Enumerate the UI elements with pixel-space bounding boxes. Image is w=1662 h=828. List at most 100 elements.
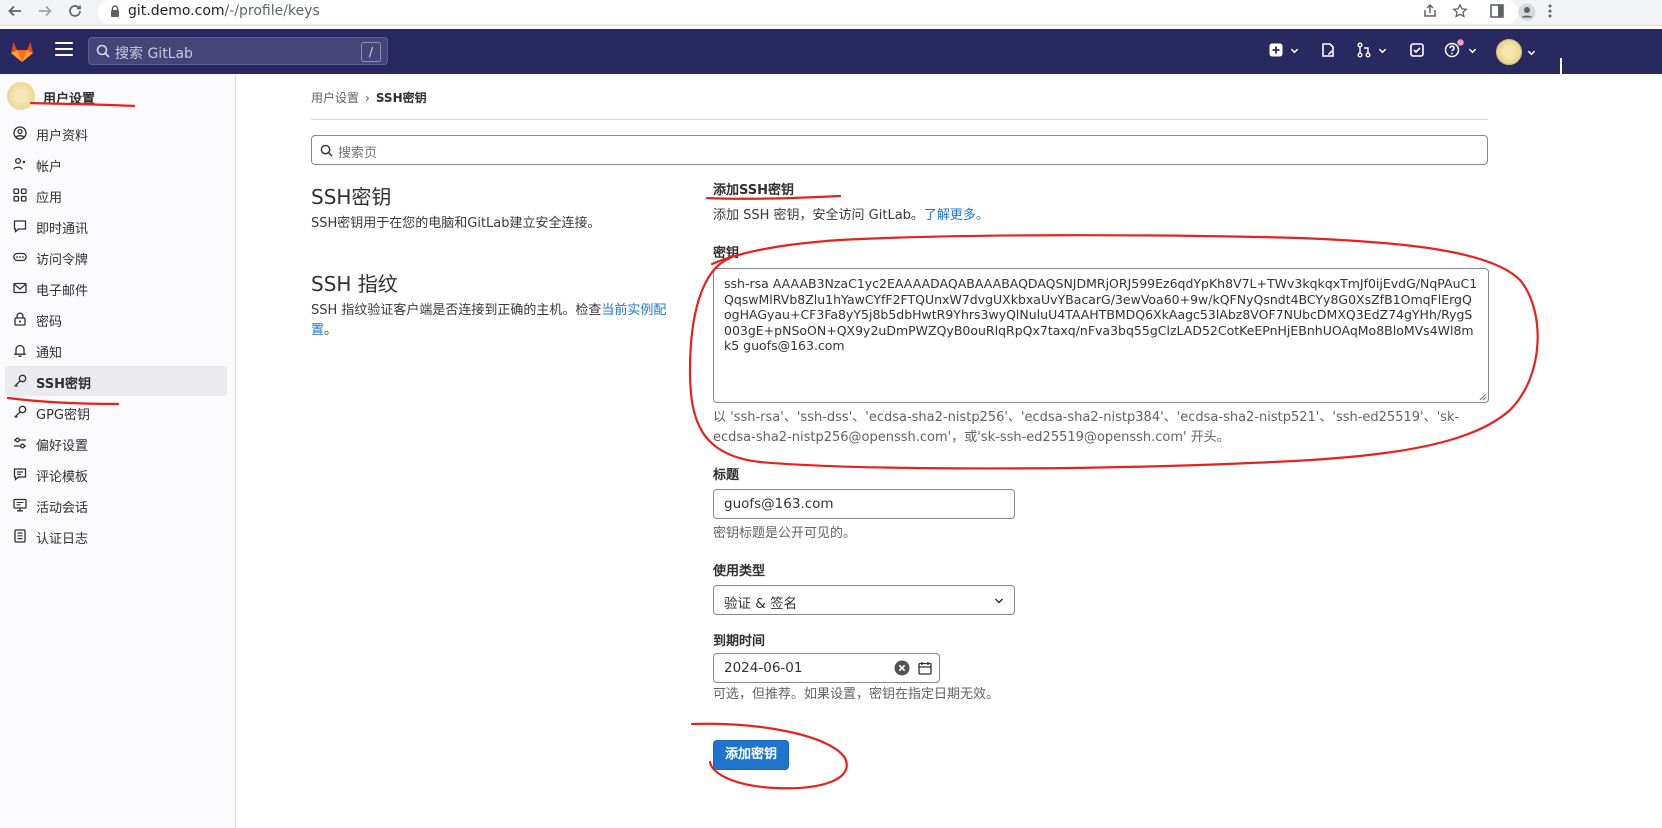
title-help-text: 密钥标题是公开可见的。 — [713, 526, 857, 541]
merge-request-icon — [1357, 42, 1371, 58]
resize-handle-icon[interactable] — [1478, 392, 1487, 401]
profile-icon[interactable] — [1518, 3, 1536, 21]
user-avatar[interactable] — [1496, 39, 1522, 65]
top-search-placeholder: 搜索 GitLab — [115, 46, 193, 62]
sidebar-item-password[interactable]: 密码 — [5, 304, 227, 334]
sidebar-item-label: GPG密钥 — [36, 408, 90, 423]
add-ssh-key-heading: 添加SSH密钥 — [713, 183, 795, 198]
account-icon — [13, 157, 26, 170]
expires-date-input[interactable]: 2024-06-01 — [713, 653, 940, 683]
page-search-input[interactable]: 搜索页 — [311, 135, 1488, 165]
back-arrow-icon[interactable] — [6, 3, 24, 21]
top-search-input[interactable]: 搜索 GitLab / — [88, 37, 388, 65]
clear-icon[interactable] — [894, 660, 910, 676]
sidebar-avatar — [7, 82, 35, 110]
search-shortcut-key: / — [361, 42, 381, 62]
sidebar-item-access-tokens[interactable]: 访问令牌 — [5, 242, 227, 272]
sidebar-item-label: 应用 — [36, 191, 63, 206]
menu-dots-icon[interactable] — [1548, 3, 1554, 21]
comment-icon — [13, 468, 27, 481]
lock-icon — [111, 5, 119, 17]
todos-icon[interactable] — [1409, 42, 1427, 60]
sidebar-item-applications[interactable]: 应用 — [5, 180, 227, 210]
breadcrumb-current[interactable]: SSH密钥 — [376, 91, 427, 105]
sidebar-item-preferences[interactable]: 偏好设置 — [5, 428, 227, 458]
sidebar-item-active-sessions[interactable]: 活动会话 — [5, 490, 227, 520]
monitor-icon — [13, 498, 27, 512]
gitlab-topbar: 搜索 GitLab / — [0, 29, 1662, 103]
issues-icon[interactable] — [1320, 42, 1338, 60]
add-key-button[interactable]: 添加密钥 — [713, 740, 789, 770]
chat-icon — [13, 220, 27, 233]
sidebar-item-label: 电子邮件 — [36, 284, 89, 299]
key-label: 密钥 — [713, 246, 740, 261]
chevron-down-icon — [994, 598, 1004, 604]
gitlab-logo-icon[interactable] — [8, 37, 36, 65]
bookmark-star-icon[interactable] — [1452, 3, 1470, 21]
sidebar-item-label: 通知 — [36, 346, 63, 361]
address-bar[interactable]: git.demo.com/-/profile/keys — [98, 0, 1518, 24]
log-icon — [14, 529, 26, 543]
browser-toolbar: git.demo.com/-/profile/keys — [0, 0, 1662, 26]
title-input-value: guofs@163.com — [724, 496, 834, 512]
applications-icon — [13, 188, 27, 202]
menu-hamburger-icon[interactable] — [55, 42, 73, 58]
chevron-down-icon — [1378, 48, 1387, 54]
key-textarea[interactable]: ssh-rsa AAAAB3NzaC1yc2EAAAADAQABAAABAQDA… — [713, 268, 1489, 403]
sidebar-item-account[interactable]: 帐户 — [5, 149, 227, 179]
sidebar-item-emails[interactable]: 电子邮件 — [5, 273, 227, 303]
usage-type-label: 使用类型 — [713, 564, 766, 579]
checkbox-icon — [1410, 43, 1424, 57]
sidebar-title[interactable]: 用户设置 — [43, 88, 95, 107]
sidebar-item-comment-templates[interactable]: 评论模板 — [5, 459, 227, 489]
ssh-fingerprints-description: SSH 指纹验证客户端是否连接到正确的主机。检查当前实例配置。 — [311, 301, 676, 341]
expires-date-value: 2024-06-01 — [724, 660, 803, 676]
breadcrumb-separator: › — [365, 91, 370, 105]
mail-icon — [13, 282, 27, 294]
sidebar-item-label: 用户资料 — [36, 129, 89, 144]
sidebar-item-ssh-keys[interactable]: SSH密钥 — [5, 366, 227, 396]
breadcrumb-parent[interactable]: 用户设置 — [311, 91, 359, 105]
sidebar-item-gpg-keys[interactable]: GPG密钥 — [5, 397, 227, 427]
divider — [311, 119, 1488, 120]
sidebar-item-chat[interactable]: 即时通讯 — [5, 211, 227, 241]
ssh-keys-title: SSH密钥 — [311, 185, 392, 209]
sidebar-item-auth-log[interactable]: 认证日志 — [5, 521, 227, 551]
sidebar-item-label: 偏好设置 — [36, 439, 89, 454]
expires-label: 到期时间 — [713, 634, 766, 649]
fingerprint-suffix: 。 — [324, 323, 338, 338]
reload-icon[interactable] — [66, 3, 84, 21]
key-icon — [14, 374, 27, 387]
add-ssh-key-subtext: 添加 SSH 密钥，安全访问 GitLab。了解更多。 — [713, 206, 989, 226]
title-label: 标题 — [713, 468, 740, 483]
chevron-down-icon — [1290, 48, 1299, 54]
notification-dot-icon — [1457, 39, 1464, 46]
breadcrumb: 用户设置 › SSH密钥 — [311, 89, 427, 106]
usage-type-select[interactable]: 验证 & 签名 — [713, 585, 1015, 615]
url-text: git.demo.com/-/profile/keys — [128, 3, 320, 19]
expires-help-text: 可选，但推荐。如果设置，密钥在指定日期无效。 — [713, 687, 1000, 702]
usage-type-value: 验证 & 签名 — [724, 596, 798, 612]
lock-icon — [14, 312, 26, 326]
calendar-icon[interactable] — [918, 661, 932, 675]
forward-arrow-icon[interactable] — [36, 3, 54, 21]
chevron-down-icon[interactable] — [1527, 48, 1536, 57]
sidebar-item-notifications[interactable]: 通知 — [5, 335, 227, 365]
sidebar-item-label: 访问令牌 — [36, 253, 89, 268]
sidebar-item-label: 帐户 — [36, 160, 63, 175]
search-icon — [96, 44, 110, 58]
merge-requests-dropdown[interactable] — [1356, 42, 1388, 60]
token-icon — [13, 252, 27, 262]
issues-glyph-icon — [1322, 43, 1334, 57]
ssh-keys-description: SSH密钥用于在您的电脑和GitLab建立安全连接。 — [311, 216, 601, 231]
side-panel-icon[interactable] — [1489, 3, 1507, 21]
create-new-dropdown[interactable] — [1268, 42, 1300, 60]
sidebar-item-profile[interactable]: 用户资料 — [5, 118, 227, 148]
learn-more-link[interactable]: 了解更多。 — [924, 208, 989, 223]
title-input[interactable]: guofs@163.com — [713, 489, 1015, 519]
ssh-fingerprints-title: SSH 指纹 — [311, 272, 398, 296]
help-dropdown[interactable] — [1444, 39, 1478, 60]
share-icon[interactable] — [1422, 3, 1440, 21]
scrollbar-edge — [1560, 58, 1562, 103]
key-icon — [14, 405, 27, 418]
